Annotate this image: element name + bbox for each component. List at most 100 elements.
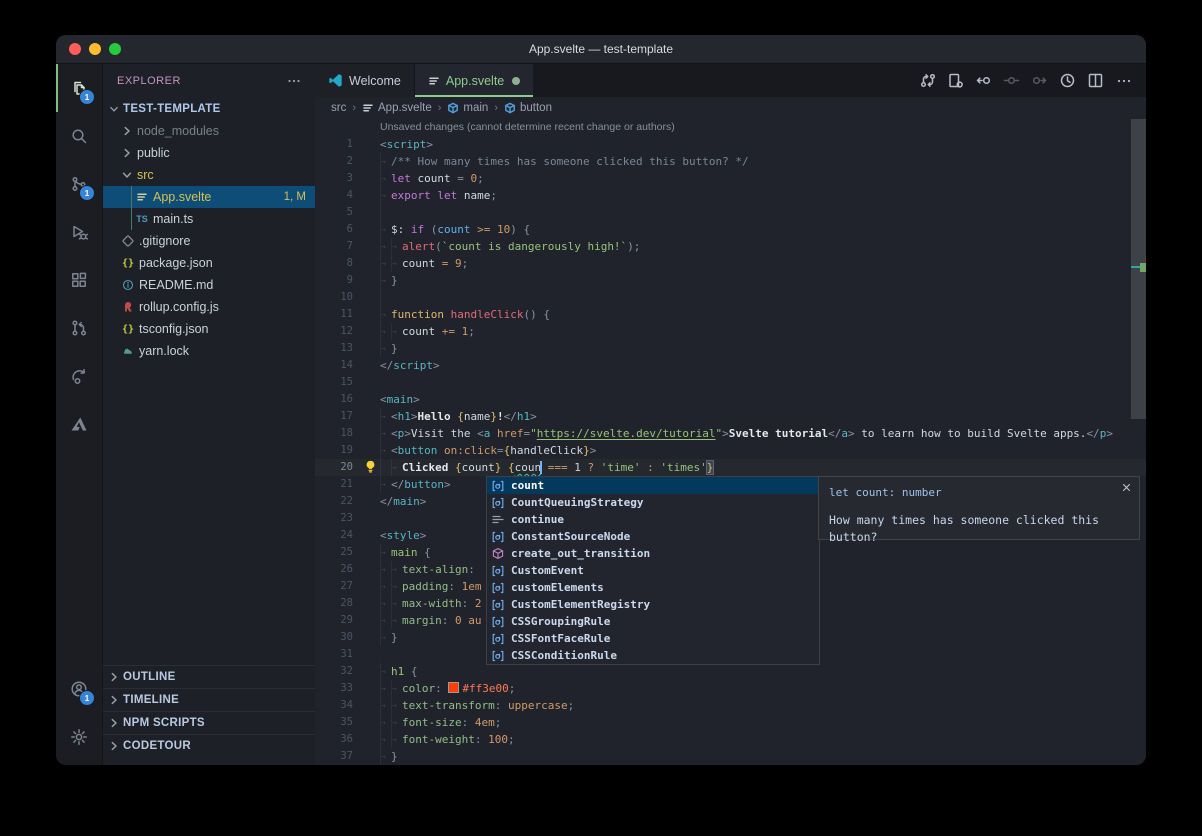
- activitybar-item-extensions[interactable]: [56, 256, 102, 304]
- explorer-item-public[interactable]: public: [103, 142, 315, 164]
- workspace-root-folder[interactable]: TEST-TEMPLATE: [103, 98, 315, 120]
- suggestion-continue[interactable]: continue: [487, 511, 819, 528]
- activitybar-item-source-control[interactable]: 1: [56, 160, 102, 208]
- activitybar-item-github-pull-requests[interactable]: [56, 304, 102, 352]
- code-line-36[interactable]: 36→→font-weight: 100;: [315, 731, 1146, 748]
- code-line-8[interactable]: 8→→count = 9;: [315, 255, 1146, 272]
- code-line-17[interactable]: 17→<h1>Hello {name}!</h1>: [315, 408, 1146, 425]
- indent-guide: [131, 208, 132, 230]
- line-number: 8: [315, 255, 353, 272]
- code-line-4[interactable]: 4→export let name;: [315, 187, 1146, 204]
- explorer-item-main-ts[interactable]: TSmain.ts: [103, 208, 315, 230]
- editor[interactable]: Unsaved changes (cannot determine recent…: [315, 119, 1146, 765]
- line-number: 27: [315, 578, 353, 595]
- activitybar-item-live-share[interactable]: [56, 352, 102, 400]
- sidebar-section-npm-scripts[interactable]: NPM SCRIPTS: [103, 711, 315, 734]
- whitespace-indent: →: [380, 476, 391, 493]
- breadcrumb-item-main[interactable]: main: [447, 102, 488, 114]
- sidebar-section-timeline[interactable]: TIMELINE: [103, 688, 315, 711]
- code-line-1[interactable]: 1<script>: [315, 136, 1146, 153]
- more-actions-icon[interactable]: [1111, 68, 1136, 93]
- symbol-variable-icon: [490, 598, 506, 612]
- whitespace-indent: →: [391, 238, 402, 255]
- git-compare-icon[interactable]: [915, 68, 940, 93]
- code-line-2[interactable]: 2→/** How many times has someone clicked…: [315, 153, 1146, 170]
- explorer-item-yarn-lock[interactable]: yarn.lock: [103, 340, 315, 362]
- suggestion-customelements[interactable]: customElements: [487, 579, 819, 596]
- tab-app-svelte[interactable]: App.svelte: [415, 64, 533, 97]
- activitybar-item-settings[interactable]: [56, 713, 102, 761]
- code-line-35[interactable]: 35→→font-size: 4em;: [315, 714, 1146, 731]
- explorer-item-tsconfig-json[interactable]: {}tsconfig.json: [103, 318, 315, 340]
- code-line-3[interactable]: 3→let count = 0;: [315, 170, 1146, 187]
- activitybar-item-accounts[interactable]: 1: [56, 665, 102, 713]
- activitybar-item-azure[interactable]: [56, 400, 102, 448]
- suggestion-create-out-transition[interactable]: create_out_transition: [487, 545, 819, 562]
- code-line-16[interactable]: 16<main>: [315, 391, 1146, 408]
- sidebar-section-codetour[interactable]: CODETOUR: [103, 734, 315, 757]
- git-status-badge: 1, M: [284, 191, 306, 203]
- code-line-18[interactable]: 18→<p>Visit the <a href="https://svelte.…: [315, 425, 1146, 442]
- activitybar-item-search[interactable]: [56, 112, 102, 160]
- suggestion-count[interactable]: count: [487, 477, 819, 494]
- code-line-37[interactable]: 37→}: [315, 748, 1146, 765]
- breadcrumb-item-src[interactable]: src: [331, 102, 346, 114]
- code-line-10[interactable]: 10: [315, 289, 1146, 306]
- code-line-13[interactable]: 13→}: [315, 340, 1146, 357]
- code-line-32[interactable]: 32→h1 {: [315, 663, 1146, 680]
- explorer-item-package-json[interactable]: {}package.json: [103, 252, 315, 274]
- suggestion-cssgroupingrule[interactable]: CSSGroupingRule: [487, 613, 819, 630]
- code-line-11[interactable]: 11→function handleClick() {: [315, 306, 1146, 323]
- suggestion-cssfontfacerule[interactable]: CSSFontFaceRule: [487, 630, 819, 647]
- breadcrumb-label: button: [520, 102, 552, 114]
- code-line-14[interactable]: 14</script>: [315, 357, 1146, 374]
- split-editor-icon[interactable]: [1083, 68, 1108, 93]
- explorer-item-app-svelte[interactable]: App.svelte1, M: [103, 186, 315, 208]
- line-number: 1: [315, 136, 353, 153]
- suggestion-cssconditionrule[interactable]: CSSConditionRule: [487, 647, 819, 664]
- code-line-34[interactable]: 34→→text-transform: uppercase;: [315, 697, 1146, 714]
- open-changes-icon[interactable]: [943, 68, 968, 93]
- minimize-window-button[interactable]: [89, 43, 101, 55]
- explorer-more-actions-icon[interactable]: [287, 74, 301, 88]
- code-line-5[interactable]: 5: [315, 204, 1146, 221]
- explorer-item-node-modules[interactable]: node_modules: [103, 120, 315, 142]
- sidebar-section-outline[interactable]: OUTLINE: [103, 665, 315, 688]
- activitybar-item-run-and-debug[interactable]: [56, 208, 102, 256]
- tabs-container: WelcomeApp.svelte: [315, 64, 533, 97]
- code-line-12[interactable]: 12→→count += 1;: [315, 323, 1146, 340]
- tab-welcome[interactable]: Welcome: [315, 64, 415, 97]
- code-line-33[interactable]: 33→→color: #ff3e00;: [315, 680, 1146, 697]
- code-line-19[interactable]: 19→<button on:click={handleClick}>: [315, 442, 1146, 459]
- codelens-message[interactable]: Unsaved changes (cannot determine recent…: [315, 119, 1146, 136]
- file-history-icon[interactable]: [1055, 68, 1080, 93]
- suggestion-customelementregistry[interactable]: CustomElementRegistry: [487, 596, 819, 613]
- code-line-6[interactable]: 6→$: if (count >= 10) {: [315, 221, 1146, 238]
- whitespace-indent: →: [380, 221, 391, 238]
- color-swatch[interactable]: [448, 682, 459, 693]
- whitespace-indent: →: [380, 255, 391, 272]
- explorer-item-rollup-config-js[interactable]: rollup.config.js: [103, 296, 315, 318]
- activitybar-item-explorer[interactable]: 1: [56, 64, 102, 112]
- code-token: :: [475, 733, 488, 746]
- code-line-7[interactable]: 7→→alert(`count is dangerously high!`);: [315, 238, 1146, 255]
- suggestion-constantsourcenode[interactable]: ConstantSourceNode: [487, 528, 819, 545]
- explorer-item-readme-md[interactable]: README.md: [103, 274, 315, 296]
- suggestion-countqueuingstrategy[interactable]: CountQueuingStrategy: [487, 494, 819, 511]
- zoom-window-button[interactable]: [109, 43, 121, 55]
- next-change-icon[interactable]: [1027, 68, 1052, 93]
- lightbulb-icon[interactable]: [364, 460, 378, 475]
- svelte-icon: [362, 102, 374, 114]
- code-line-20[interactable]: 20→Clicked {count} {coun === 1 ? 'time' …: [315, 459, 1146, 476]
- suggestion-customevent[interactable]: CustomEvent: [487, 562, 819, 579]
- explorer-item-src[interactable]: src: [103, 164, 315, 186]
- breadcrumb-item-button[interactable]: button: [504, 102, 552, 114]
- breadcrumb-item-app-svelte[interactable]: App.svelte: [362, 102, 432, 114]
- previous-change-icon[interactable]: [971, 68, 996, 93]
- explorer-item-gitignore[interactable]: .gitignore: [103, 230, 315, 252]
- code-line-9[interactable]: 9→}: [315, 272, 1146, 289]
- close-icon[interactable]: [1121, 482, 1132, 493]
- code-line-15[interactable]: 15: [315, 374, 1146, 391]
- current-change-icon[interactable]: [999, 68, 1024, 93]
- close-window-button[interactable]: [69, 43, 81, 55]
